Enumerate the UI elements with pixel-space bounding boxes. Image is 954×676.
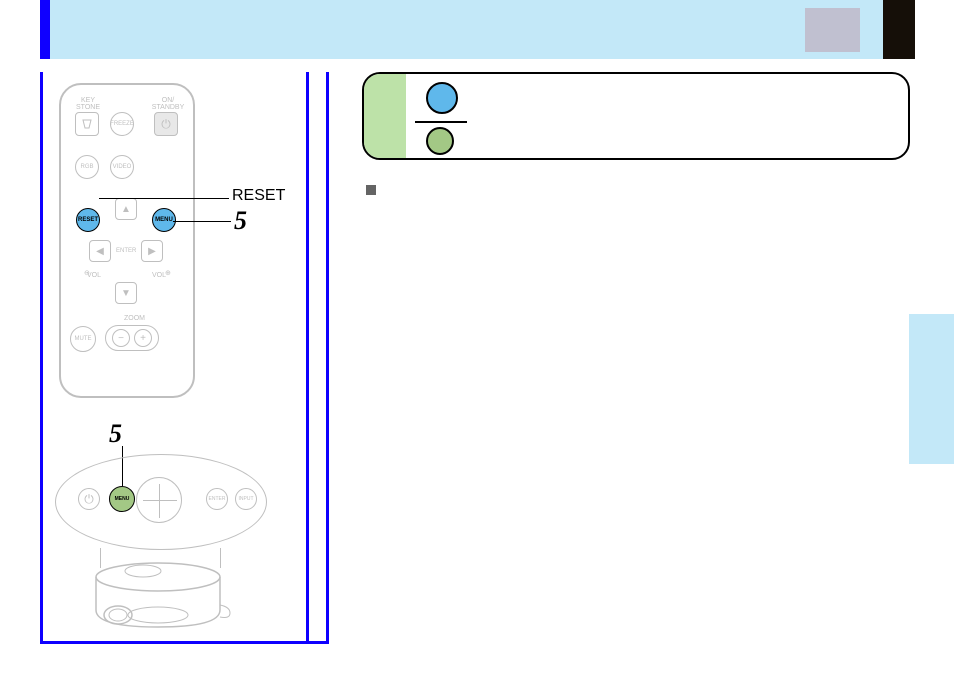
video-button[interactable]: VIDEO bbox=[110, 155, 134, 179]
legend-divider bbox=[415, 121, 467, 123]
left-rule bbox=[40, 72, 43, 644]
control-nav-pad[interactable] bbox=[136, 477, 182, 523]
reset-button[interactable]: RESET bbox=[76, 208, 100, 232]
zoom-in-button[interactable]: + bbox=[134, 329, 152, 347]
control-menu-text: MENU bbox=[115, 496, 130, 502]
bullet-icon bbox=[364, 183, 376, 195]
legend-body bbox=[406, 74, 908, 158]
nav-left-button[interactable]: ◀ bbox=[89, 240, 111, 262]
remote-menu-button[interactable]: MENU bbox=[152, 208, 176, 232]
rgb-button[interactable]: RGB bbox=[75, 155, 99, 179]
zoom-out-button[interactable]: − bbox=[112, 329, 130, 347]
freeze-button[interactable]: FREEZE bbox=[110, 112, 134, 136]
nav-up-button[interactable]: ▲ bbox=[115, 198, 137, 220]
remote-menu-text: MENU bbox=[155, 217, 173, 223]
keystone-icon bbox=[81, 119, 93, 129]
header-page-box bbox=[805, 8, 860, 52]
zoom-rocker[interactable]: − + bbox=[105, 325, 159, 351]
nav-right-button[interactable]: ▶ bbox=[141, 240, 163, 262]
divider-rule-right bbox=[326, 72, 329, 644]
legend-green-sidebar bbox=[364, 74, 406, 158]
zoom-label: ZOOM bbox=[124, 315, 145, 322]
callout-line-menu bbox=[173, 221, 231, 222]
freeze-text: FREEZE bbox=[110, 121, 134, 127]
legend-green-dot-icon bbox=[426, 127, 454, 155]
control-input-button[interactable]: INPUT bbox=[235, 488, 257, 510]
keystone-button[interactable] bbox=[75, 112, 99, 136]
control-enter-button[interactable]: ENTER bbox=[206, 488, 228, 510]
step-5-control: 5 bbox=[109, 419, 122, 449]
bottom-rule bbox=[40, 641, 329, 644]
rgb-text: RGB bbox=[80, 164, 93, 170]
video-text: VIDEO bbox=[113, 164, 132, 170]
header-bar bbox=[40, 0, 912, 59]
vol-plus-label: VOL bbox=[152, 272, 166, 279]
divider-rule-left bbox=[306, 72, 309, 644]
callout-line-reset bbox=[99, 198, 229, 199]
keystone-label: KEY STONE bbox=[73, 97, 103, 111]
reset-button-text: RESET bbox=[78, 217, 98, 223]
mute-button[interactable]: MUTE bbox=[70, 326, 96, 352]
enter-label: ENTER bbox=[116, 248, 136, 254]
projector-illustration bbox=[78, 555, 238, 635]
power-icon bbox=[161, 115, 171, 133]
control-menu-button[interactable]: MENU bbox=[109, 486, 135, 512]
reset-callout: RESET bbox=[232, 187, 285, 205]
control-input-text: INPUT bbox=[239, 496, 254, 502]
nav-down-button[interactable]: ▼ bbox=[115, 282, 137, 304]
header-right-block bbox=[883, 0, 915, 59]
legend-blue-dot-icon bbox=[426, 82, 458, 114]
mute-text: MUTE bbox=[75, 336, 92, 342]
control-power-button[interactable] bbox=[78, 488, 100, 510]
side-tab bbox=[909, 314, 954, 464]
step-5-remote: 5 bbox=[234, 206, 247, 236]
on-standby-label: ON/ STANDBY bbox=[148, 97, 188, 111]
vol-minus-label: VOL bbox=[87, 272, 101, 279]
header-accent-strip bbox=[40, 0, 50, 59]
control-enter-text: ENTER bbox=[209, 496, 226, 502]
control-power-icon bbox=[84, 492, 94, 507]
power-button[interactable] bbox=[154, 112, 178, 136]
